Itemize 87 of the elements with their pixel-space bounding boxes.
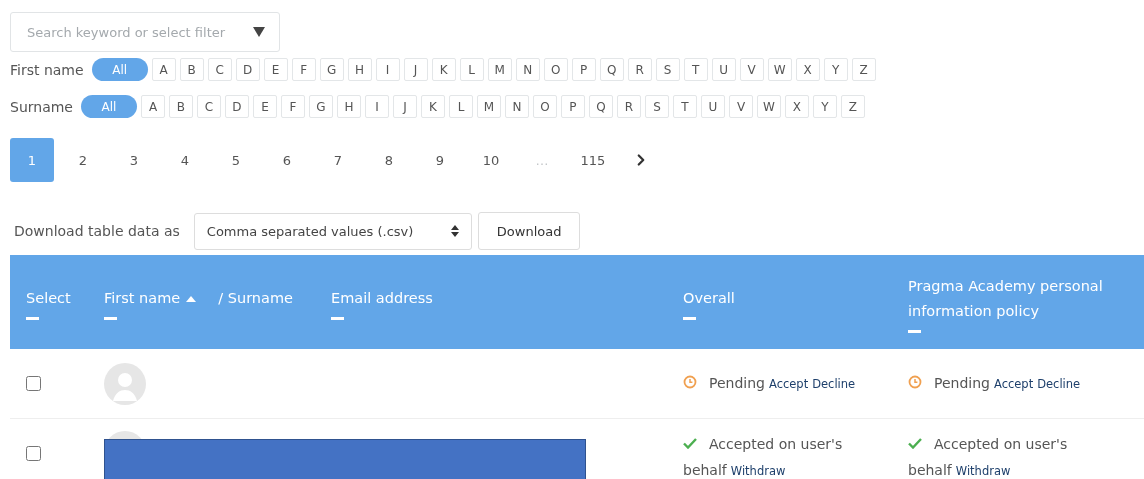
- letter-filter[interactable]: F: [281, 95, 305, 118]
- filter-label: Surname: [10, 98, 73, 115]
- letter-filter[interactable]: Z: [841, 95, 865, 118]
- action-link[interactable]: Accept: [993, 377, 1034, 391]
- letter-filter[interactable]: W: [767, 58, 792, 81]
- letter-filter[interactable]: A: [151, 58, 176, 81]
- letter-filter[interactable]: E: [253, 95, 277, 118]
- letter-filter[interactable]: F: [291, 58, 316, 81]
- letter-filter[interactable]: T: [673, 95, 697, 118]
- letter-filter[interactable]: J: [403, 58, 428, 81]
- collapse-icon[interactable]: [908, 329, 921, 333]
- letter-filter[interactable]: V: [739, 58, 764, 81]
- check-icon: [683, 437, 697, 449]
- letter-filter[interactable]: X: [785, 95, 809, 118]
- letter-filter[interactable]: L: [459, 58, 484, 81]
- clock-icon: [683, 375, 697, 389]
- letter-filter[interactable]: I: [375, 58, 400, 81]
- download-label: Download table data as: [14, 223, 180, 239]
- letter-filter[interactable]: H: [337, 95, 361, 118]
- letter-filter[interactable]: Y: [813, 95, 837, 118]
- letter-filter[interactable]: N: [515, 58, 540, 81]
- action-link[interactable]: Withdraw: [730, 464, 786, 478]
- action-link[interactable]: Withdraw: [955, 464, 1011, 478]
- letter-filter[interactable]: M: [477, 95, 501, 118]
- letter-filter[interactable]: Z: [851, 58, 876, 81]
- format-select[interactable]: Comma separated values (.csv): [193, 212, 472, 250]
- letter-filter[interactable]: H: [347, 58, 372, 81]
- page-button[interactable]: 8: [367, 138, 411, 182]
- letter-filter[interactable]: C: [197, 95, 221, 118]
- clock-icon: [908, 375, 922, 389]
- letter-filter[interactable]: K: [421, 95, 445, 118]
- letter-filter[interactable]: X: [795, 58, 820, 81]
- letter-filter[interactable]: J: [393, 95, 417, 118]
- dropdown-icon: [253, 27, 265, 37]
- letter-filter[interactable]: D: [235, 58, 260, 81]
- letter-filter[interactable]: I: [365, 95, 389, 118]
- page-button[interactable]: 10: [469, 138, 513, 182]
- letter-filter[interactable]: C: [207, 58, 232, 81]
- letter-filter[interactable]: Q: [599, 58, 624, 81]
- sort-up-icon: [186, 295, 197, 302]
- letter-filter[interactable]: B: [179, 58, 204, 81]
- download-button[interactable]: Download: [477, 212, 581, 250]
- page-button[interactable]: 7: [316, 138, 360, 182]
- status-text: Accepted on user's behalf Withdraw: [683, 435, 844, 479]
- letter-filter[interactable]: T: [683, 58, 708, 81]
- filter-label: First name: [10, 61, 84, 78]
- letter-filter[interactable]: O: [543, 58, 568, 81]
- letter-filter[interactable]: U: [711, 58, 736, 81]
- action-link[interactable]: Decline: [812, 377, 856, 391]
- letter-filter[interactable]: N: [505, 95, 529, 118]
- letter-filter[interactable]: G: [309, 95, 333, 118]
- status-text: Accepted on user's behalf Withdraw: [908, 435, 1069, 479]
- status-text: Pending Accept Decline: [683, 370, 856, 397]
- letter-filter[interactable]: D: [225, 95, 249, 118]
- page-button[interactable]: 4: [163, 138, 207, 182]
- letter-filter[interactable]: A: [141, 95, 165, 118]
- letter-filter[interactable]: K: [431, 58, 456, 81]
- page-button[interactable]: 2: [61, 138, 105, 182]
- letter-filter[interactable]: V: [729, 95, 753, 118]
- page-button[interactable]: 3: [112, 138, 156, 182]
- check-icon: [908, 437, 922, 449]
- letter-filter[interactable]: E: [263, 58, 288, 81]
- row-checkbox[interactable]: [26, 376, 41, 391]
- action-link[interactable]: Decline: [1037, 377, 1081, 391]
- letter-filter[interactable]: U: [701, 95, 725, 118]
- letter-filter[interactable]: Y: [823, 58, 848, 81]
- letter-filter[interactable]: R: [617, 95, 641, 118]
- letter-filter[interactable]: P: [561, 95, 585, 118]
- letter-filter[interactable]: W: [757, 95, 781, 118]
- letter-filter[interactable]: R: [627, 58, 652, 81]
- page-button[interactable]: 5: [214, 138, 258, 182]
- letter-filter[interactable]: M: [487, 58, 512, 81]
- letter-filter[interactable]: B: [169, 95, 193, 118]
- status-text: Pending Accept Decline: [908, 370, 1081, 397]
- action-link[interactable]: Accept: [768, 377, 809, 391]
- row-checkbox[interactable]: [26, 446, 41, 461]
- page-button[interactable]: 9: [418, 138, 462, 182]
- sort-arrows-icon: [450, 225, 459, 237]
- letter-filter[interactable]: Q: [589, 95, 613, 118]
- page-button[interactable]: 115: [571, 138, 615, 182]
- page-button[interactable]: 6: [265, 138, 309, 182]
- letter-filter[interactable]: P: [571, 58, 596, 81]
- letter-filter[interactable]: S: [655, 58, 680, 81]
- letter-filter[interactable]: G: [319, 58, 344, 81]
- letter-filter[interactable]: O: [533, 95, 557, 118]
- letter-filter[interactable]: S: [645, 95, 669, 118]
- letter-filter[interactable]: L: [449, 95, 473, 118]
